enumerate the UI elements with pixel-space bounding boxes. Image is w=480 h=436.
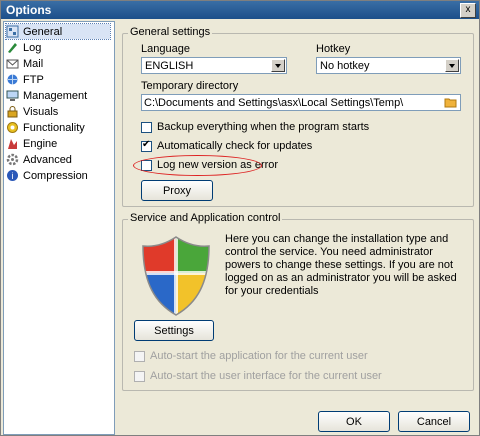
sidebar-item-advanced[interactable]: Advanced xyxy=(6,152,110,167)
sidebar-item-log[interactable]: Log xyxy=(6,40,110,55)
category-list[interactable]: General Log Mail FTP Management Visuals … xyxy=(3,21,115,435)
language-label: Language xyxy=(141,43,190,55)
sidebar-item-label: Log xyxy=(23,41,42,54)
hotkey-select[interactable]: No hotkey xyxy=(316,57,461,74)
sidebar-item-label: General xyxy=(23,25,63,38)
service-description: Here you can change the installation typ… xyxy=(225,233,457,297)
general-icon xyxy=(6,25,19,38)
folder-icon[interactable] xyxy=(444,96,458,112)
windows-shield-icon xyxy=(139,233,213,320)
sidebar-item-mail[interactable]: Mail xyxy=(6,56,110,71)
sidebar-item-label: Functionality xyxy=(23,121,85,134)
sidebar-item-management[interactable]: Management xyxy=(6,88,110,103)
sidebar-item-label: Compression xyxy=(23,169,88,182)
autocheck-label: Automatically check for updates xyxy=(157,140,313,152)
hotkey-value: No hotkey xyxy=(320,60,370,72)
autocheck-checkbox[interactable]: Automatically check for updates xyxy=(141,139,313,152)
management-icon xyxy=(6,89,19,102)
sidebar-item-label: Visuals xyxy=(23,105,59,118)
compression-icon: i xyxy=(6,169,19,182)
log-icon xyxy=(6,41,19,54)
backup-label: Backup everything when the program start… xyxy=(157,121,370,133)
sidebar-item-visuals[interactable]: Visuals xyxy=(6,104,110,119)
sidebar-item-label: Mail xyxy=(23,57,44,70)
advanced-icon xyxy=(6,153,19,166)
sidebar-item-ftp[interactable]: FTP xyxy=(6,72,110,87)
mail-icon xyxy=(6,57,19,70)
tempdir-field[interactable]: C:\Documents and Settings\asx\Local Sett… xyxy=(141,94,461,111)
cancel-button[interactable]: Cancel xyxy=(398,411,470,432)
sidebar-item-label: Management xyxy=(23,89,88,102)
close-button[interactable]: x xyxy=(460,3,476,18)
autostart-ui-checkbox[interactable]: Auto-start the user interface for the cu… xyxy=(134,370,382,382)
autostart-app-checkbox[interactable]: Auto-start the application for the curre… xyxy=(134,350,368,362)
checkbox-box[interactable] xyxy=(134,350,145,362)
proxy-button[interactable]: Proxy xyxy=(141,180,213,201)
svg-text:i: i xyxy=(12,171,14,181)
checkbox-box[interactable] xyxy=(141,121,152,133)
chevron-down-icon[interactable] xyxy=(445,59,459,72)
ftp-icon xyxy=(6,73,19,86)
checkbox-box[interactable] xyxy=(134,370,145,382)
chevron-down-icon[interactable] xyxy=(271,59,285,72)
options-window: Options x General Log Mail FTP Managemen… xyxy=(0,0,480,436)
functionality-icon xyxy=(6,121,19,134)
tempdir-value: C:\Documents and Settings\asx\Local Sett… xyxy=(144,97,404,109)
sidebar-item-functionality[interactable]: Functionality xyxy=(6,120,110,135)
checkbox-box[interactable] xyxy=(141,139,152,152)
title-bar[interactable]: Options x xyxy=(1,1,479,19)
sidebar-item-compression[interactable]: i Compression xyxy=(6,168,110,183)
autostart-app-label: Auto-start the application for the curre… xyxy=(150,350,368,362)
highlight-circle xyxy=(133,155,262,176)
ok-button[interactable]: OK xyxy=(318,411,390,432)
general-settings-heading: General settings xyxy=(128,26,213,38)
language-value: ENGLISH xyxy=(145,60,194,72)
hotkey-label: Hotkey xyxy=(316,43,351,55)
settings-button[interactable]: Settings xyxy=(134,320,214,341)
language-select[interactable]: ENGLISH xyxy=(141,57,287,74)
window-title: Options xyxy=(6,3,52,17)
autostart-ui-label: Auto-start the user interface for the cu… xyxy=(150,370,382,382)
backup-checkbox[interactable]: Backup everything when the program start… xyxy=(141,121,369,133)
tempdir-label: Temporary directory xyxy=(141,80,239,92)
sidebar-item-label: FTP xyxy=(23,73,44,86)
sidebar-item-label: Advanced xyxy=(23,153,72,166)
service-heading: Service and Application control xyxy=(128,212,283,224)
engine-icon xyxy=(6,137,19,150)
sidebar-item-general[interactable]: General xyxy=(5,23,111,40)
sidebar-item-label: Engine xyxy=(23,137,58,150)
sidebar-item-engine[interactable]: Engine xyxy=(6,136,110,151)
visuals-icon xyxy=(6,105,19,118)
